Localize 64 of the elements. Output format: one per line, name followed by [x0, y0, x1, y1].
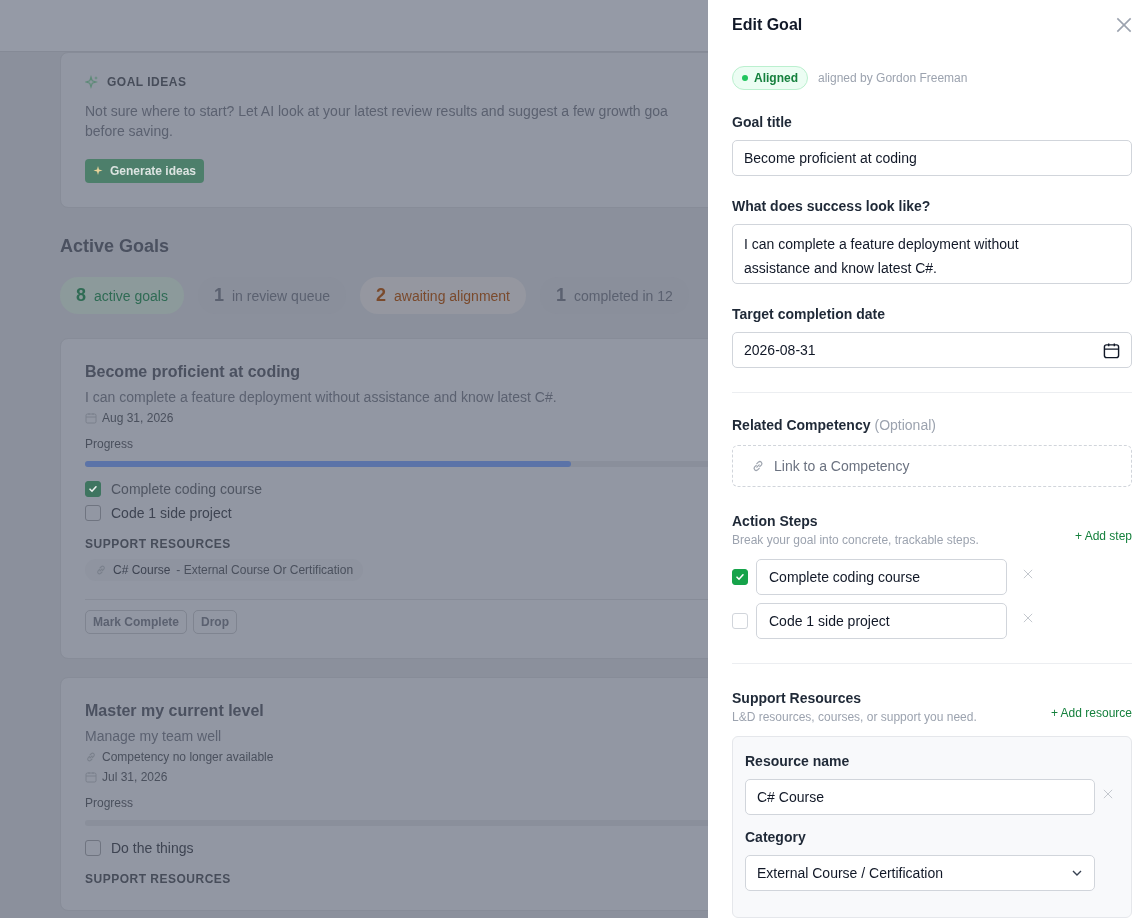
close-icon	[1023, 613, 1033, 623]
progress-label: Progress	[85, 796, 135, 810]
resource-name: C# Course	[113, 563, 171, 577]
optional-note: (Optional)	[874, 417, 936, 433]
sparkle-icon	[85, 75, 99, 89]
stat-label: awaiting alignment	[394, 288, 510, 304]
close-icon	[1103, 789, 1113, 799]
field-label: What does success look like?	[732, 198, 932, 214]
step-text: Complete coding course	[111, 481, 262, 497]
resources-heading: SUPPORT RESOURCES	[85, 872, 232, 886]
chevron-down-icon	[1071, 869, 1083, 877]
section-heading: Support Resources	[732, 690, 863, 706]
add-step-link[interactable]: + Add step	[1074, 529, 1132, 543]
close-icon	[1023, 569, 1033, 579]
section-heading: Action Steps	[732, 513, 819, 529]
goal-date: Aug 31, 2026	[102, 411, 174, 425]
remove-step-button[interactable]	[1023, 613, 1033, 623]
section-hint: L&D resources, courses, or support you need.	[732, 710, 977, 724]
close-icon	[1116, 17, 1132, 33]
step-checkbox[interactable]	[85, 481, 101, 497]
step-checkbox[interactable]	[732, 569, 748, 585]
calendar-icon	[1103, 341, 1120, 359]
section-label: GOAL IDEAS	[107, 75, 187, 89]
step-text: Do the things	[111, 840, 194, 856]
resource-name-input[interactable]: C# Course	[745, 779, 1095, 815]
section-title: Active Goals	[60, 236, 171, 257]
stat-count: 8	[76, 285, 86, 306]
section-hint: Break your goal into concrete, trackable steps.	[732, 533, 979, 547]
category-select[interactable]: External Course / Certification	[745, 855, 1095, 891]
progress-label: Progress	[85, 437, 135, 451]
success-textarea[interactable]: I can complete a feature deployment without assistance and know latest C#.	[732, 224, 1132, 284]
step-input[interactable]: Code 1 side project	[756, 603, 1007, 639]
check-icon	[88, 484, 98, 494]
field-label: Target completion date	[732, 306, 886, 322]
resources-heading: SUPPORT RESOURCES	[85, 537, 232, 551]
generate-ideas-button[interactable]: Generate ideas	[85, 159, 205, 183]
drawer-title: Edit Goal	[732, 16, 803, 34]
status-badge: Aligned	[732, 66, 808, 90]
resource-category: - External Course Or Certification	[176, 563, 354, 577]
close-button[interactable]	[1116, 17, 1132, 33]
step-checkbox[interactable]	[85, 505, 101, 521]
step-input[interactable]: Complete coding course	[756, 559, 1007, 595]
field-label: Related Competency	[732, 417, 871, 433]
goal-title: Master my current level	[85, 702, 265, 720]
check-icon	[735, 572, 745, 582]
step-text: Code 1 side project	[111, 505, 232, 521]
goal-title: Become proficient at coding	[85, 363, 302, 381]
link-icon	[85, 751, 97, 763]
add-resource-link[interactable]: + Add resource	[1050, 706, 1132, 720]
remove-resource-button[interactable]	[1103, 789, 1113, 799]
competency-note: Competency no longer available	[102, 750, 274, 764]
field-label: Resource name	[745, 753, 851, 769]
field-label: Goal title	[732, 114, 793, 130]
field-label: Category	[745, 829, 807, 845]
stat-label: active goals	[94, 288, 168, 304]
step-checkbox[interactable]	[85, 840, 101, 856]
link-competency-button[interactable]: Link to a Competency	[732, 445, 1132, 487]
aligned-by-note: aligned by Gordon Freeman	[818, 71, 968, 85]
remove-step-button[interactable]	[1023, 569, 1033, 579]
date-field[interactable]: 2026-08-31	[732, 332, 1132, 368]
goal-title-input[interactable]: Become proficient at coding	[732, 140, 1132, 176]
goal-date: Jul 31, 2026	[102, 770, 168, 784]
link-icon	[751, 459, 765, 473]
stat-count: 2	[376, 285, 387, 306]
